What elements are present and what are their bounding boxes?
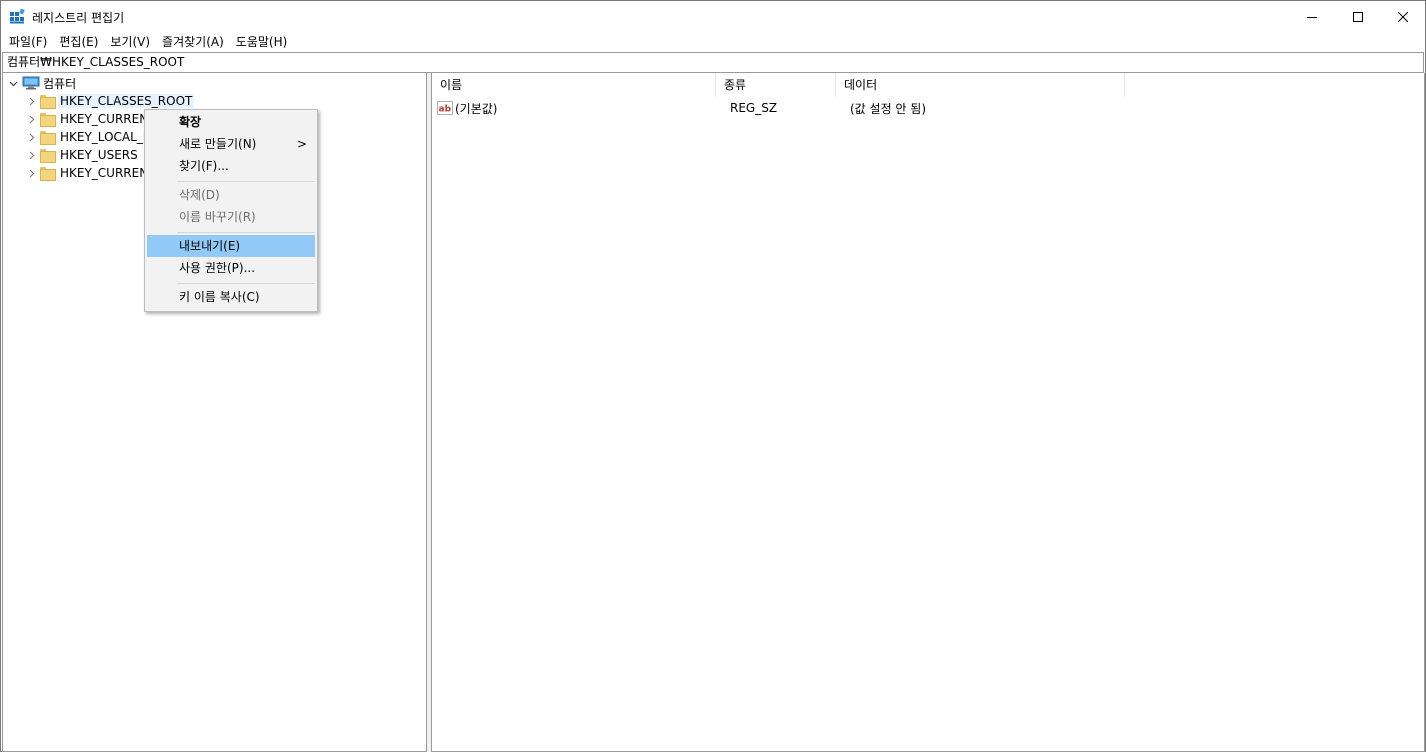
computer-icon [22,76,40,90]
tree-item[interactable]: HKEY_CURRENT [25,164,156,182]
tree-item-label: HKEY_CLASSES_ROOT [58,94,195,108]
menu-edit[interactable]: 편집(E) [53,32,104,52]
menu-item-copy-key-name[interactable]: 키 이름 복사(C) [147,286,315,308]
context-menu: 확장 새로 만들기(N) > 찾기(F)... 삭제(D) 이름 바꾸기(R) … [144,109,318,312]
close-button[interactable] [1380,1,1426,32]
menu-favorites[interactable]: 즐겨찾기(A) [156,32,230,52]
maximize-icon [1353,11,1363,22]
close-icon [1398,11,1408,22]
window-title: 레지스트리 편집기 [32,11,125,25]
value-name: (기본값) [455,101,498,116]
svg-text:ab: ab [439,105,452,115]
tree-root-computer[interactable]: 컴퓨터 [7,74,76,92]
tree-item-label: HKEY_LOCAL_M [60,130,154,144]
registry-editor-icon [10,9,25,24]
value-type: REG_SZ [730,101,778,115]
registry-editor-window: 레지스트리 편집기 파일(F) 편집(E) 보기(V) 즐겨찾기(A) 도움말(… [0,0,1426,752]
list-header: 이름 종류 데이터 [432,73,1125,97]
chevron-right-icon[interactable] [25,92,37,110]
tree-item-label: HKEY_CURRENT [60,112,156,126]
title-bar: 레지스트리 편집기 [1,1,1425,32]
menu-item-find[interactable]: 찾기(F)... [147,155,315,177]
chevron-down-icon[interactable] [7,74,19,92]
tree-item[interactable]: HKEY_CLASSES_ROOT [25,92,195,110]
folder-icon [40,95,56,109]
folder-icon [40,131,56,145]
menu-item-new[interactable]: 새로 만들기(N) > [147,133,315,155]
column-header-name[interactable]: 이름 [432,73,716,97]
column-header-data[interactable]: 데이터 [836,73,1125,97]
folder-icon [40,149,56,163]
menu-item-permissions[interactable]: 사용 권한(P)... [147,257,315,279]
menu-separator [177,232,315,233]
tree-root-label: 컴퓨터 [43,76,77,91]
menu-item-new-label: 새로 만들기(N) [179,137,257,151]
maximize-button[interactable] [1335,1,1381,32]
folder-icon [40,167,56,181]
ab-string-icon: ab [437,101,453,115]
minimize-icon [1307,16,1317,18]
menu-item-delete[interactable]: 삭제(D) [147,184,315,206]
address-bar[interactable]: 컴퓨터₩HKEY_CLASSES_ROOT [2,52,1424,73]
chevron-right-icon[interactable] [25,164,37,182]
menu-bar: 파일(F) 편집(E) 보기(V) 즐겨찾기(A) 도움말(H) [1,32,1425,52]
menu-separator [177,283,315,284]
tree-item[interactable]: HKEY_CURRENT [25,110,156,128]
menu-item-rename[interactable]: 이름 바꾸기(R) [147,206,315,228]
folder-icon [40,113,56,127]
tree-item[interactable]: HKEY_USERS [25,146,138,164]
chevron-right-icon[interactable] [25,110,37,128]
menu-help[interactable]: 도움말(H) [230,32,294,52]
column-header-type[interactable]: 종류 [716,73,836,97]
value-list-pane: 이름 종류 데이터 ab (기본값) REG_SZ (값 설정 안 됨) [431,73,1425,752]
value-data: (값 설정 안 됨) [850,101,927,116]
chevron-right-icon[interactable] [25,146,37,164]
minimize-button[interactable] [1289,1,1335,32]
chevron-right-icon[interactable] [25,128,37,146]
menu-file[interactable]: 파일(F) [3,32,53,52]
menu-separator [177,181,315,182]
tree-item-label: HKEY_USERS [60,148,138,162]
menu-item-export[interactable]: 내보내기(E) [147,235,315,257]
menu-view[interactable]: 보기(V) [104,32,156,52]
value-row[interactable]: ab (기본값) REG_SZ (값 설정 안 됨) [432,99,926,117]
tree-item-label: HKEY_CURRENT [60,166,156,180]
tree-item[interactable]: HKEY_LOCAL_M [25,128,153,146]
chevron-right-icon: > [296,137,307,151]
menu-item-expand[interactable]: 확장 [147,111,315,133]
